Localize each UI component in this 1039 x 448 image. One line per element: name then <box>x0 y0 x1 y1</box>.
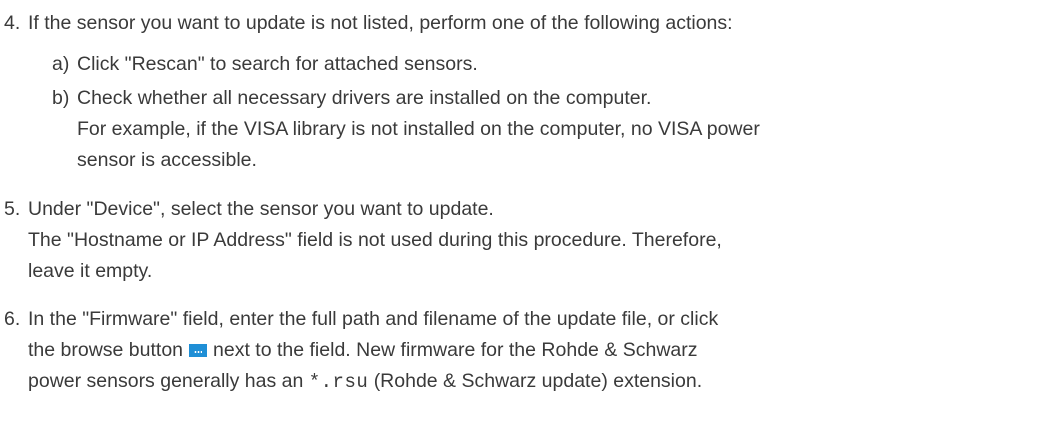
step-4b-line-2: For example, if the VISA library is not … <box>77 118 760 140</box>
step-6-line-2: the browse button next to the field. New … <box>28 337 698 363</box>
step-6-line-3: power sensors generally has an *.rsu (Ro… <box>28 368 702 394</box>
step-4a-text: Click "Rescan" to search for attached se… <box>77 53 478 75</box>
step-4b-line-3: sensor is accessible. <box>77 149 257 171</box>
step-4a-label: a) <box>52 53 70 75</box>
step-4b-label: b) <box>52 87 70 109</box>
step-4b-line-1: Check whether all necessary drivers are … <box>77 87 652 109</box>
step-6-line-1: In the "Firmware" field, enter the full … <box>28 308 719 330</box>
step-6-line-2-before: the browse button <box>28 339 184 361</box>
step-5-line-2: The "Hostname or IP Address" field is no… <box>28 229 722 251</box>
step-6-line-2-after: next to the field. New firmware for the … <box>213 339 698 361</box>
step-5-line-3: leave it empty. <box>28 260 153 282</box>
step-5-line-1: Under "Device", select the sensor you wa… <box>28 198 494 220</box>
manual-page: 4. If the sensor you want to update is n… <box>0 0 1039 448</box>
step-6-line-3-before: power sensors generally has an <box>28 370 304 392</box>
browse-button-icon <box>189 344 208 357</box>
rsu-extension-code: *.rsu <box>308 371 369 393</box>
step-4-text: If the sensor you want to update is not … <box>28 12 733 34</box>
step-6-number: 6. <box>4 308 21 330</box>
step-6-line-3-after: (Rohde & Schwarz update) extension. <box>373 370 703 392</box>
step-5-number: 5. <box>4 198 21 220</box>
step-4-number: 4. <box>4 12 21 34</box>
